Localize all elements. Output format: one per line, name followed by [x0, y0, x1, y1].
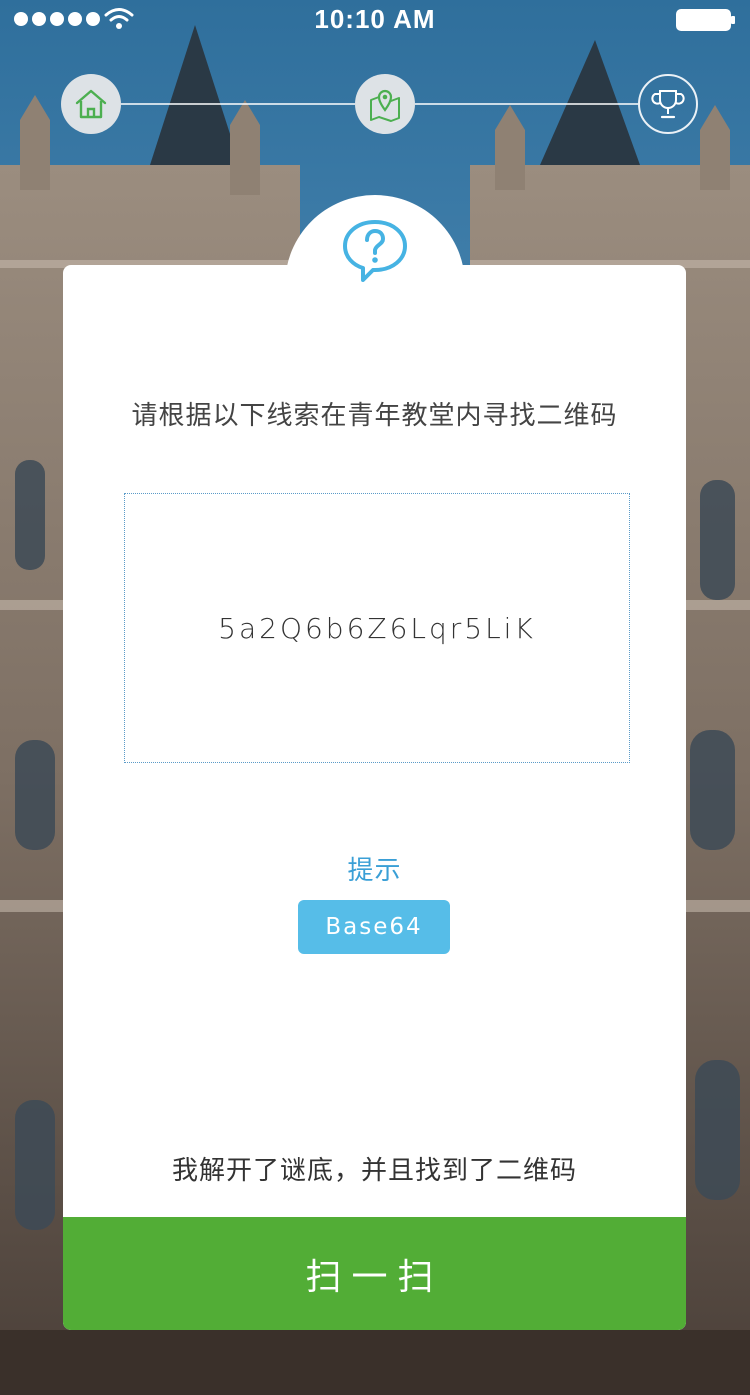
trophy-icon	[651, 90, 685, 119]
clue-box: 5a2Q6b6Z6Lqr5LiK	[124, 493, 630, 763]
scan-button[interactable]: 扫一扫	[63, 1217, 686, 1330]
home-icon	[75, 89, 107, 119]
step-connector	[415, 103, 638, 105]
hint-title: 提示	[347, 856, 402, 886]
map-pin-icon	[370, 89, 400, 122]
instruction-text: 请根据以下线索在青年教堂内寻找二维码	[131, 401, 618, 431]
step-connector	[121, 103, 355, 105]
confirm-text: 我解开了谜底，并且找到了二维码	[171, 1156, 577, 1186]
step-trophy[interactable]	[638, 74, 698, 134]
step-home[interactable]	[61, 74, 121, 134]
progress-stepper	[0, 72, 750, 136]
status-time: 10:10 AM	[314, 4, 436, 34]
clue-text: 5a2Q6b6Z6Lqr5LiK	[218, 611, 536, 645]
battery-icon	[676, 9, 735, 31]
clue-card: 请根据以下线索在青年教堂内寻找二维码 5a2Q6b6Z6Lqr5LiK 提示 B…	[63, 265, 686, 1330]
status-bar: 10:10 AM	[0, 0, 750, 40]
step-location[interactable]	[355, 74, 415, 134]
hint-badge: Base64	[298, 900, 450, 954]
question-bubble-icon	[343, 220, 407, 282]
